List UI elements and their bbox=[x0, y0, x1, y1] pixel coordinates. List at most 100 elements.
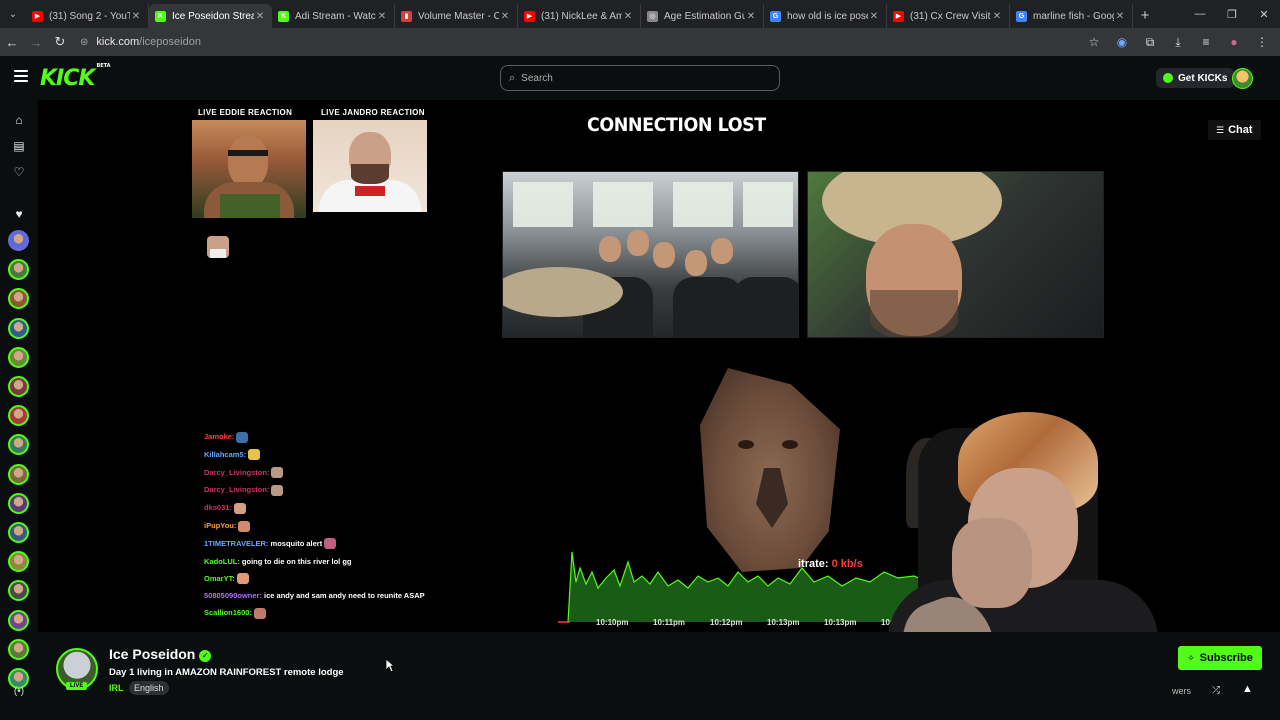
tab-close-icon[interactable]: ✕ bbox=[745, 11, 757, 22]
tab-close-icon[interactable]: ✕ bbox=[254, 11, 266, 22]
download-icon[interactable]: ⤓ bbox=[1166, 35, 1190, 50]
eddie-reaction-cam bbox=[192, 120, 306, 218]
browser-tab[interactable]: ▮ Volume Master - Chrome✕ bbox=[395, 4, 518, 28]
url-host: kick.com bbox=[96, 36, 140, 48]
home-icon[interactable]: ⌂ bbox=[9, 110, 29, 130]
back-icon[interactable]: ← bbox=[0, 28, 24, 56]
kick-logo[interactable]: KICKBETA bbox=[40, 63, 111, 91]
site-info-icon[interactable]: ⊜ bbox=[80, 37, 88, 48]
user-avatar[interactable] bbox=[1232, 68, 1253, 89]
chat-username[interactable]: Darcy_Livingston: bbox=[204, 485, 269, 494]
chat-message: OmarYT: bbox=[204, 570, 444, 588]
followed-channel-avatar[interactable] bbox=[8, 346, 29, 368]
chat-username[interactable]: iPupYou: bbox=[204, 521, 236, 530]
video-player[interactable]: LIVE EDDIE REACTION LIVE JANDRO REACTION… bbox=[38, 100, 1280, 632]
toolbar-actions: ☆ ◉ ⧉ ⤓ ≡ ● ⋮ bbox=[1078, 28, 1274, 56]
restore-icon[interactable]: ❐ bbox=[1216, 0, 1248, 28]
followed-channel-avatar[interactable] bbox=[8, 376, 29, 397]
browse-icon[interactable]: ▤ bbox=[9, 136, 29, 156]
category-link[interactable]: IRL bbox=[109, 683, 124, 693]
minimize-icon[interactable]: — bbox=[1184, 0, 1216, 28]
followed-channel-avatar[interactable] bbox=[8, 522, 29, 543]
tab-search-icon[interactable]: ⌄ bbox=[0, 0, 26, 28]
subscribe-button[interactable]: ✧ Subscribe bbox=[1178, 646, 1262, 670]
chat-username[interactable]: Darcy_Livingston: bbox=[204, 468, 269, 477]
followed-channel-avatar[interactable] bbox=[8, 638, 29, 660]
followed-channel-avatar[interactable] bbox=[8, 580, 29, 602]
chat-username[interactable]: 1TIMETRAVELER: bbox=[204, 539, 268, 548]
browser-tab[interactable]: Gmarline fish - Google✕ bbox=[1010, 4, 1133, 28]
bookmark-star-icon[interactable]: ☆ bbox=[1082, 35, 1106, 49]
report-warning-icon[interactable]: ▲ bbox=[1242, 683, 1253, 695]
forward-icon[interactable]: → bbox=[24, 28, 48, 56]
followed-channel-avatar[interactable] bbox=[8, 405, 29, 427]
browser-tab[interactable]: Ghow old is ice poseidon✕ bbox=[764, 4, 887, 28]
tab-close-icon[interactable]: ✕ bbox=[1114, 11, 1126, 22]
followed-channel-avatar[interactable] bbox=[8, 463, 29, 485]
browser-tab[interactable]: ◎ Age Estimation Guess✕ bbox=[641, 4, 764, 28]
bitrate-readout: itrate: 0 kb/s bbox=[798, 558, 863, 570]
tab-favicon-icon: ▶ bbox=[524, 10, 535, 22]
tab-close-icon[interactable]: ✕ bbox=[622, 11, 634, 22]
graph-tick: 10:13pm bbox=[767, 618, 800, 627]
tab-close-icon[interactable]: ✕ bbox=[130, 11, 142, 22]
chat-username[interactable]: OmarYT: bbox=[204, 574, 235, 583]
followed-channel-avatar[interactable] bbox=[8, 230, 29, 251]
chat-message: iPupYou: bbox=[204, 517, 444, 535]
chat-username[interactable]: Killahcam5: bbox=[204, 450, 246, 459]
followed-channel-avatar[interactable] bbox=[8, 609, 29, 631]
chat-message: Darcy_Livingston: bbox=[204, 464, 444, 482]
browser-tab[interactable]: K Ice Poseidon Stream✕ bbox=[149, 4, 272, 28]
followed-channel-avatar[interactable] bbox=[8, 288, 29, 310]
tab-favicon-icon: ▶ bbox=[32, 10, 43, 22]
followed-channel-avatar[interactable] bbox=[8, 259, 29, 281]
extensions-puzzle-icon[interactable]: ⧉ bbox=[1138, 35, 1162, 50]
address-bar[interactable]: ⊜ kick.com/iceposeidon bbox=[80, 36, 201, 48]
browser-tab[interactable]: ▶ (31) Song 2 - YouTube✕ bbox=[26, 4, 149, 28]
tab-close-icon[interactable]: ✕ bbox=[868, 11, 880, 22]
browser-tab[interactable]: ▶ (31) NickLee & Amour✕ bbox=[518, 4, 641, 28]
followed-channel-avatar[interactable] bbox=[8, 551, 29, 573]
chat-username[interactable]: Jamoke: bbox=[204, 432, 234, 441]
chat-username[interactable]: dks031: bbox=[204, 503, 232, 512]
get-kicks-button[interactable]: Get KICKs bbox=[1156, 68, 1235, 88]
overlay-face-image bbox=[207, 236, 229, 258]
browser-menu-icon[interactable]: ⋮ bbox=[1250, 35, 1274, 49]
chat-username[interactable]: Scallion1600: bbox=[204, 608, 252, 617]
search-input[interactable] bbox=[521, 72, 752, 84]
following-heart-icon[interactable]: ♡ bbox=[9, 162, 29, 182]
media-control-icon[interactable]: ≡ bbox=[1194, 35, 1218, 49]
reload-icon[interactable]: ↻ bbox=[48, 28, 72, 56]
volume-extension-icon[interactable]: ◉ bbox=[1110, 35, 1134, 49]
close-window-icon[interactable]: ✕ bbox=[1248, 0, 1280, 28]
expand-sidebar-icon[interactable]: (•) bbox=[9, 686, 29, 697]
tab-close-icon[interactable]: ✕ bbox=[376, 11, 388, 22]
browser-toolbar: ← → ↻ ⊜ kick.com/iceposeidon ☆ ◉ ⧉ ⤓ ≡ ●… bbox=[0, 28, 1280, 56]
profile-avatar-icon[interactable]: ● bbox=[1222, 35, 1246, 49]
browser-tab-strip: ⌄ ▶(31) Song 2 - YouTube✕KIce Poseidon S… bbox=[0, 0, 1280, 28]
tab-close-icon[interactable]: ✕ bbox=[991, 11, 1003, 22]
browser-tab[interactable]: ▶ (31) Cx Crew Visit CE✕ bbox=[887, 4, 1010, 28]
chat-toggle-button[interactable]: ☰ Chat bbox=[1208, 120, 1261, 140]
chat-emote-icon bbox=[271, 467, 284, 479]
url-path: /iceposeidon bbox=[139, 36, 201, 48]
browser-tab[interactable]: K Adi Stream - Watch Live✕ bbox=[272, 4, 395, 28]
followed-channel-avatar[interactable] bbox=[8, 492, 29, 514]
chat-username[interactable]: 50805090owner: bbox=[204, 591, 262, 600]
channel-name[interactable]: Ice Poseidon ✓ bbox=[109, 646, 212, 662]
followed-channel-avatar[interactable] bbox=[8, 317, 29, 339]
chat-emote-icon bbox=[236, 573, 249, 585]
language-tag[interactable]: English bbox=[129, 681, 169, 695]
chat-collapse-icon: ☰ bbox=[1216, 124, 1225, 135]
connection-lost-overlay: CONNECTION LOST bbox=[587, 114, 766, 136]
menu-icon[interactable] bbox=[14, 70, 28, 82]
tab-favicon-icon: K bbox=[155, 10, 166, 22]
tab-close-icon[interactable]: ✕ bbox=[499, 11, 511, 22]
new-tab-button[interactable]: + bbox=[1133, 7, 1157, 24]
share-icon[interactable]: ⤮ bbox=[1212, 685, 1220, 696]
chat-username[interactable]: KadoLUL: bbox=[204, 557, 240, 566]
tab-title: Volume Master - Chrome bbox=[418, 10, 499, 22]
chat-emote-icon bbox=[271, 484, 284, 496]
followed-channel-avatar[interactable] bbox=[8, 434, 29, 456]
search-box[interactable]: ⌕ bbox=[500, 65, 780, 91]
